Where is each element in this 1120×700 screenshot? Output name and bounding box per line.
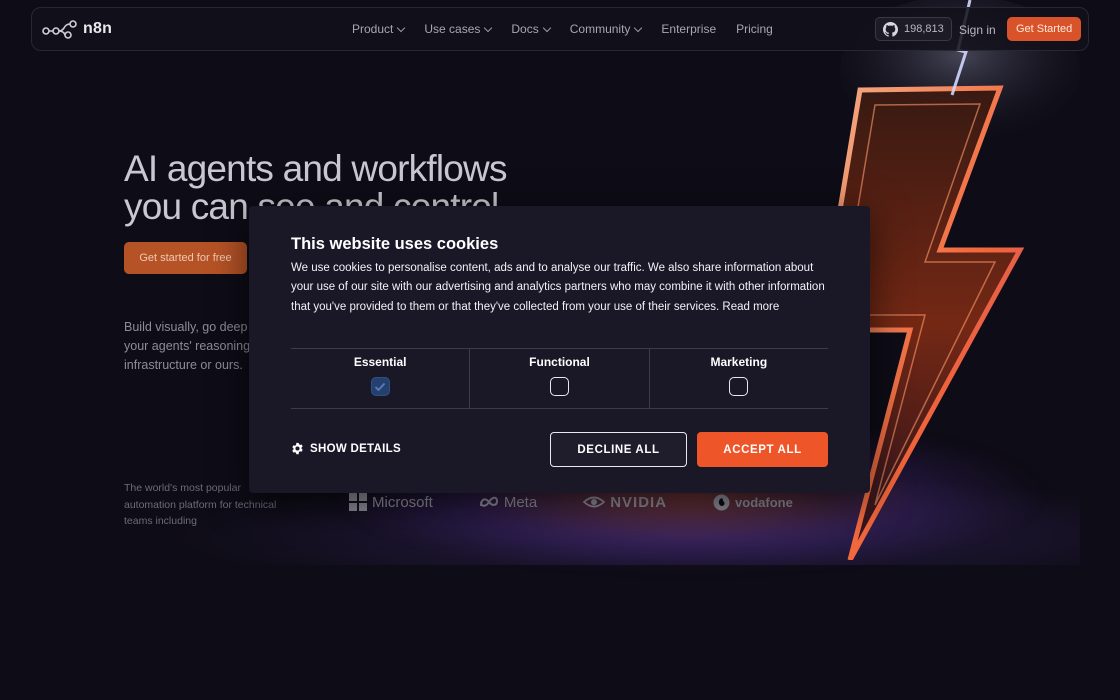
nav-use-cases-label: Use cases: [424, 22, 481, 36]
microsoft-icon: [349, 493, 367, 511]
github-stars-count: 198,813: [904, 23, 944, 35]
read-more-link[interactable]: Read more: [722, 301, 779, 313]
cookie-dialog-title: This website uses cookies: [291, 235, 499, 253]
nav-pricing[interactable]: Pricing: [736, 22, 773, 36]
nav-product-label: Product: [352, 22, 394, 36]
microsoft-label: Microsoft: [372, 493, 433, 511]
nav-community-label: Community: [569, 22, 631, 36]
hero-title-line1: AI agents and workflows: [124, 148, 507, 189]
nav-product[interactable]: Product: [352, 22, 406, 36]
accept-all-button[interactable]: ACCEPT ALL: [697, 432, 828, 467]
get-started-button[interactable]: Get Started: [1007, 17, 1082, 41]
essential-label: Essential: [353, 355, 407, 369]
nvidia-label: NVIDIA: [610, 493, 668, 511]
show-details-label: SHOW DETAILS: [310, 442, 401, 455]
marketing-label: Marketing: [710, 355, 768, 369]
meta-logo: Meta: [479, 494, 537, 511]
chevron-down-icon: [542, 23, 551, 32]
marketing-checkbox[interactable]: [729, 377, 749, 396]
page: n8n Product Use cases Docs Community Ent…: [0, 0, 1120, 700]
nav-enterprise[interactable]: Enterprise: [661, 22, 716, 36]
logo-text: n8n: [83, 20, 113, 37]
hero-description: Build visually, go deep your agents' rea…: [124, 320, 251, 372]
microsoft-logo: Microsoft: [349, 493, 433, 511]
nav-pricing-label: Pricing: [736, 22, 773, 36]
nav-docs-label: Docs: [511, 22, 539, 36]
meta-label: Meta: [503, 493, 538, 511]
n8n-logo[interactable]: n8n: [42, 19, 112, 39]
nav-use-cases[interactable]: Use cases: [424, 22, 493, 36]
nav-links: Product Use cases Docs Community Enterpr…: [352, 22, 773, 36]
nvidia-icon: [583, 496, 606, 508]
nav-enterprise-label: Enterprise: [661, 22, 717, 36]
checkmark-icon: [375, 382, 386, 391]
get-started-free-button[interactable]: Get started for free: [124, 242, 247, 274]
category-functional: Functional: [470, 349, 650, 408]
cookie-dialog-body: We use cookies to personalise content, a…: [291, 259, 831, 317]
decline-all-button[interactable]: DECLINE ALL: [550, 432, 687, 467]
functional-checkbox[interactable]: [549, 377, 569, 396]
nav-community[interactable]: Community: [569, 22, 643, 36]
meta-icon: [479, 496, 498, 507]
nvidia-logo: NVIDIA: [583, 494, 667, 511]
show-details-button[interactable]: SHOW DETAILS: [291, 442, 401, 455]
essential-checkbox[interactable]: [370, 377, 390, 396]
nav-docs[interactable]: Docs: [511, 22, 551, 36]
top-navigation: n8n Product Use cases Docs Community Ent…: [31, 7, 1089, 51]
gear-icon: [292, 442, 303, 455]
github-icon: [883, 21, 898, 37]
chevron-down-icon: [397, 23, 406, 32]
category-essential: Essential: [291, 349, 471, 408]
vodafone-logo: vodafone: [713, 494, 793, 511]
sign-in-link[interactable]: Sign in: [959, 23, 996, 37]
vodafone-icon: [713, 494, 730, 510]
cookie-consent-dialog: This website uses cookies We use cookies…: [249, 206, 870, 493]
n8n-logo-icon: [42, 20, 77, 39]
customer-logos: Microsoft Meta NVIDIA vodafone: [349, 493, 839, 511]
functional-label: Functional: [529, 355, 590, 369]
chevron-down-icon: [634, 23, 643, 32]
cookie-categories: Essential Functional Marketing: [291, 348, 828, 409]
vodafone-label: vodafone: [735, 494, 793, 510]
chevron-down-icon: [484, 23, 493, 32]
category-marketing: Marketing: [650, 349, 828, 408]
github-stars-button[interactable]: 198,813: [875, 17, 952, 41]
